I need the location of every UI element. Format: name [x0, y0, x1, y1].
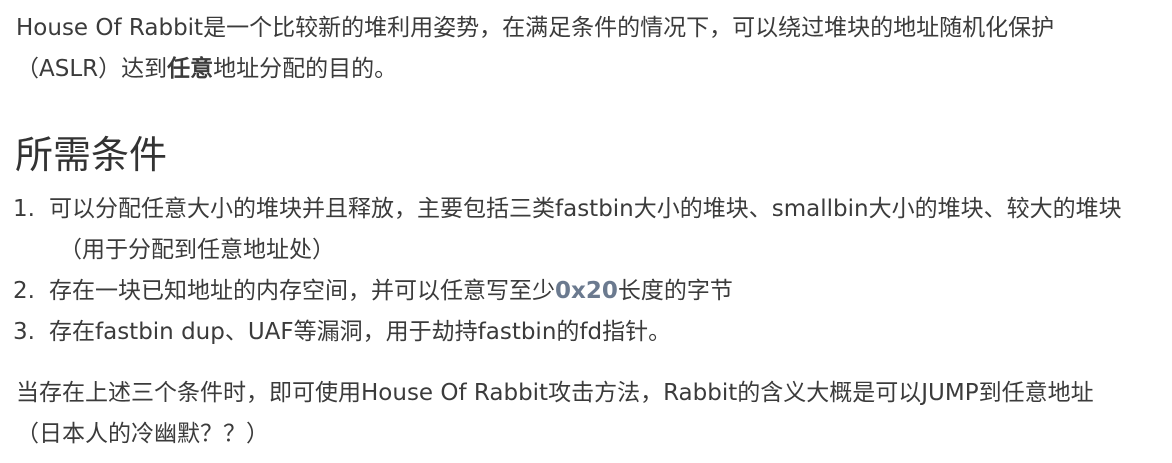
list-item: 3. 存在fastbin dup、UAF等漏洞，用于劫持fastbin的fd指针… — [0, 312, 1172, 353]
list-item: 1. 可以分配任意大小的堆块并且释放，主要包括三类fastbin大小的堆块、sm… — [0, 189, 1172, 271]
outro-paragraph: 当存在上述三个条件时，即可使用House Of Rabbit攻击方法，Rabbi… — [16, 373, 1166, 455]
list-item-text-continued: （用于分配到任意地址处） — [59, 237, 335, 263]
intro-text-line2: （ASLR）达到 — [16, 56, 168, 82]
list-number: 3. — [13, 319, 35, 345]
list-item-text: 存在一块已知地址的内存空间，并可以任意写至少0x20长度的字节 — [49, 278, 733, 304]
list-number: 1. — [13, 196, 35, 222]
intro-bold-text: 任意 — [167, 56, 214, 82]
list-item-text-before: 存在一块已知地址的内存空间，并可以任意写至少 — [49, 278, 555, 304]
intro-paragraph: House Of Rabbit是一个比较新的堆利用姿势，在满足条件的情况下，可以… — [16, 8, 1166, 90]
list-item: 2. 存在一块已知地址的内存空间，并可以任意写至少0x20长度的字节 — [0, 271, 1172, 312]
intro-text-end: 地址分配的目的。 — [213, 56, 398, 82]
outro-text-line2: （日本人的冷幽默？？） — [16, 421, 269, 447]
section-heading: 所需条件 — [15, 133, 168, 177]
list-item-text: 可以分配任意大小的堆块并且释放，主要包括三类fastbin大小的堆块、small… — [49, 196, 1122, 222]
inline-code-value: 0x20 — [555, 278, 618, 304]
list-item-text: 存在fastbin dup、UAF等漏洞，用于劫持fastbin的fd指针。 — [49, 319, 672, 345]
requirements-list: 1. 可以分配任意大小的堆块并且释放，主要包括三类fastbin大小的堆块、sm… — [0, 189, 1172, 353]
intro-text: House Of Rabbit是一个比较新的堆利用姿势，在满足条件的情况下，可以… — [16, 15, 1055, 41]
list-item-text-after: 长度的字节 — [617, 278, 733, 304]
outro-text: 当存在上述三个条件时，即可使用House Of Rabbit攻击方法，Rabbi… — [16, 380, 1094, 406]
list-number: 2. — [13, 278, 35, 304]
